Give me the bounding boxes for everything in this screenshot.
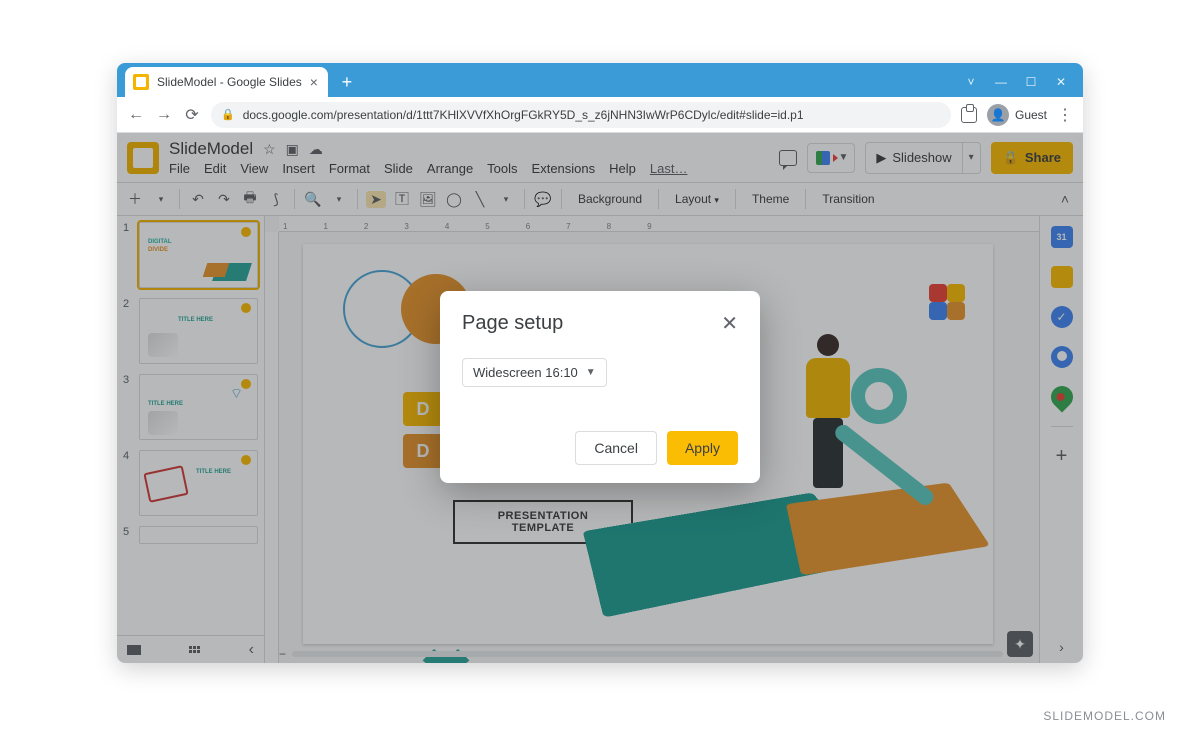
window-close-icon[interactable]: ✕: [1053, 75, 1069, 89]
aspect-ratio-value: Widescreen 16:10: [473, 365, 578, 380]
new-tab-button[interactable]: +: [334, 69, 360, 95]
avatar-icon: 👤: [987, 104, 1009, 126]
lock-icon: 🔒: [221, 108, 235, 121]
dialog-close-button[interactable]: ✕: [721, 311, 738, 336]
nav-back-icon[interactable]: ←: [127, 106, 145, 124]
omnibox[interactable]: 🔒 docs.google.com/presentation/d/1ttt7KH…: [211, 102, 951, 128]
browser-titlebar: SlideModel - Google Slides × + ˅ — ☐ ✕: [117, 63, 1083, 97]
window-maximize-icon[interactable]: ☐: [1023, 75, 1039, 89]
caret-down-icon: ▼: [586, 367, 596, 378]
watermark: SLIDEMODEL.COM: [1043, 709, 1166, 723]
cancel-button[interactable]: Cancel: [575, 431, 657, 465]
browser-window: SlideModel - Google Slides × + ˅ — ☐ ✕ ←…: [117, 63, 1083, 663]
apply-button[interactable]: Apply: [667, 431, 738, 465]
aspect-ratio-select[interactable]: Widescreen 16:10 ▼: [462, 358, 607, 387]
tab-close-icon[interactable]: ×: [310, 74, 318, 90]
page-setup-dialog: Page setup ✕ Widescreen 16:10 ▼ Cancel A…: [440, 291, 760, 483]
slides-favicon-icon: [133, 74, 149, 90]
window-minimize-icon[interactable]: ˅: [963, 75, 979, 89]
nav-forward-icon[interactable]: →: [155, 106, 173, 124]
extensions-icon[interactable]: [961, 107, 977, 123]
window-controls: ˅ — ☐ ✕: [963, 75, 1083, 97]
url-text: docs.google.com/presentation/d/1ttt7KHlX…: [243, 108, 804, 122]
guest-label: Guest: [1015, 108, 1047, 122]
dialog-title: Page setup: [462, 312, 563, 335]
address-bar: ← → ⟳ 🔒 docs.google.com/presentation/d/1…: [117, 97, 1083, 133]
nav-reload-icon[interactable]: ⟳: [183, 105, 201, 125]
browser-tab[interactable]: SlideModel - Google Slides ×: [125, 67, 328, 97]
window-line-icon[interactable]: —: [993, 75, 1009, 89]
profile-chip[interactable]: 👤 Guest: [987, 104, 1047, 126]
tab-title: SlideModel - Google Slides: [157, 75, 302, 89]
chrome-menu-icon[interactable]: ⋮: [1057, 105, 1073, 125]
